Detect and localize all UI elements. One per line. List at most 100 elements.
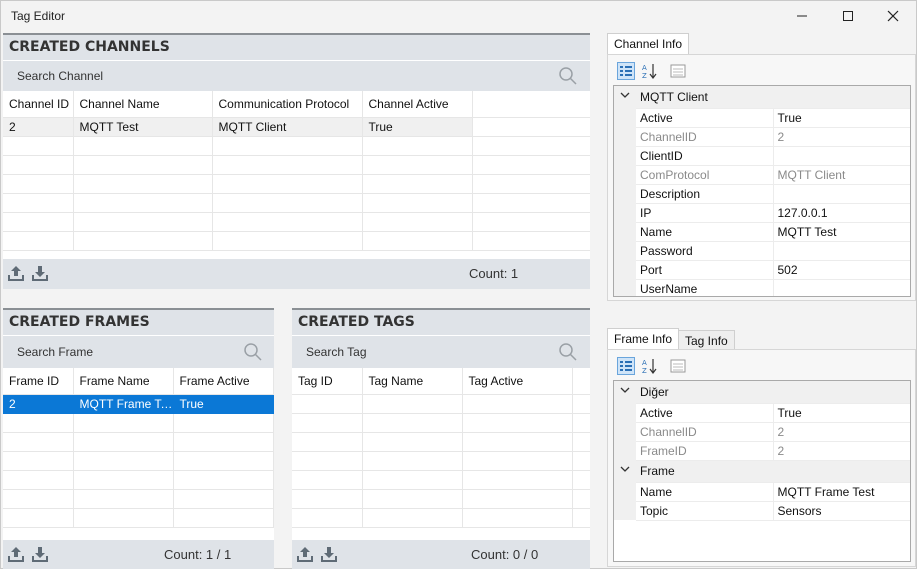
- channel-search-bar[interactable]: Search Channel: [3, 60, 590, 91]
- tab-channel-info[interactable]: Channel Info: [607, 33, 690, 54]
- column-header[interactable]: Channel ID: [3, 91, 74, 118]
- property-category[interactable]: Diğer: [614, 381, 910, 404]
- property-value[interactable]: [773, 241, 910, 261]
- row-gutter: [614, 127, 636, 146]
- table-row[interactable]: 2 MQTT Test MQTT Client True: [3, 117, 590, 137]
- property-pages-icon: [670, 64, 686, 78]
- table-cell: 2: [3, 117, 74, 137]
- tag-search-input[interactable]: Search Tag: [306, 345, 367, 359]
- table-cell: [362, 136, 473, 156]
- table-cell: [572, 451, 590, 471]
- row-gutter: [614, 260, 636, 279]
- property-value[interactable]: True: [773, 403, 910, 423]
- table-row: [292, 489, 590, 509]
- download-icon[interactable]: [31, 264, 49, 282]
- property-row[interactable]: FrameID 2: [614, 441, 910, 461]
- property-category[interactable]: Frame: [614, 460, 910, 483]
- property-value[interactable]: [773, 146, 910, 166]
- column-header[interactable]: Channel Active: [362, 91, 473, 118]
- expand-toggle[interactable]: [614, 381, 636, 403]
- property-pages-button[interactable]: [669, 62, 687, 80]
- property-row[interactable]: Name MQTT Frame Test: [614, 482, 910, 502]
- download-icon[interactable]: [320, 545, 338, 563]
- frames-grid[interactable]: Frame ID Frame Name Frame Active 2 MQTT Fram…: [3, 368, 274, 540]
- property-row[interactable]: IP 127.0.0.1: [614, 203, 910, 223]
- categorized-sort-button[interactable]: [617, 357, 635, 375]
- search-icon[interactable]: [558, 66, 578, 86]
- table-cell: [362, 432, 463, 452]
- property-row[interactable]: Name MQTT Test: [614, 222, 910, 242]
- upload-icon[interactable]: [7, 545, 25, 563]
- frame-search-input[interactable]: Search Frame: [17, 345, 93, 359]
- property-name: Name: [636, 482, 774, 502]
- property-row[interactable]: Password: [614, 241, 910, 261]
- header-row: Tag ID Tag Name Tag Active: [292, 368, 590, 395]
- frame-search-bar[interactable]: Search Frame: [3, 335, 274, 368]
- property-value[interactable]: 502: [773, 260, 910, 280]
- table-row: [292, 508, 590, 528]
- channels-grid[interactable]: Channel ID Channel Name Communication Prot…: [3, 91, 590, 259]
- category-label: MQTT Client: [636, 86, 910, 109]
- tag-search-bar[interactable]: Search Tag: [292, 335, 590, 368]
- minimize-button[interactable]: [779, 1, 825, 31]
- upload-icon[interactable]: [7, 264, 25, 282]
- column-header[interactable]: Frame ID: [3, 368, 74, 395]
- upload-icon[interactable]: [296, 545, 314, 563]
- property-row[interactable]: Port 502: [614, 260, 910, 280]
- tag-editor-window: Tag Editor CREATED CHANNELS Search Chann…: [0, 0, 917, 569]
- frame-property-grid[interactable]: Diğer Active True ChannelID 2 FrameID 2 Frame Na…: [613, 380, 911, 562]
- maximize-button[interactable]: [825, 1, 871, 31]
- property-row[interactable]: ClientID: [614, 146, 910, 166]
- search-icon[interactable]: [243, 342, 263, 362]
- expand-toggle[interactable]: [614, 460, 636, 482]
- column-header[interactable]: Tag Name: [362, 368, 463, 395]
- property-row[interactable]: Active True: [614, 403, 910, 423]
- table-cell: [292, 451, 363, 471]
- property-row[interactable]: UserName: [614, 279, 910, 296]
- column-header[interactable]: Communication Protocol: [212, 91, 363, 118]
- download-icon[interactable]: [31, 545, 49, 563]
- property-row[interactable]: ChannelID 2: [614, 422, 910, 442]
- property-row[interactable]: ComProtocol MQTT Client: [614, 165, 910, 185]
- table-cell: [572, 470, 590, 490]
- property-row[interactable]: Topic Sensors: [614, 501, 910, 521]
- property-value[interactable]: MQTT Frame Test: [773, 482, 910, 502]
- row-gutter: [614, 279, 636, 296]
- alphabetical-sort-button[interactable]: AZ: [641, 357, 659, 375]
- table-cell: [292, 489, 363, 509]
- property-row[interactable]: Description: [614, 184, 910, 204]
- minimize-icon: [797, 15, 807, 17]
- column-filler: [572, 368, 590, 395]
- close-button[interactable]: [870, 1, 916, 31]
- expand-toggle[interactable]: [614, 86, 636, 108]
- column-header[interactable]: Frame Active: [173, 368, 274, 395]
- categorized-sort-button[interactable]: [617, 62, 635, 80]
- property-value[interactable]: [773, 279, 910, 296]
- table-cell: [73, 193, 213, 213]
- alphabetical-sort-button[interactable]: AZ: [641, 62, 659, 80]
- category-label: Diğer: [636, 381, 910, 404]
- property-value[interactable]: MQTT Test: [773, 222, 910, 242]
- property-row[interactable]: Active True: [614, 108, 910, 128]
- table-cell: [362, 155, 473, 175]
- table-row[interactable]: 2 MQTT Frame Test True: [3, 394, 274, 414]
- property-value[interactable]: [773, 184, 910, 204]
- channel-search-input[interactable]: Search Channel: [17, 69, 103, 83]
- property-row[interactable]: ChannelID 2: [614, 127, 910, 147]
- search-icon[interactable]: [558, 342, 578, 362]
- column-header[interactable]: Frame Name: [73, 368, 174, 395]
- column-header[interactable]: Tag ID: [292, 368, 363, 395]
- tags-grid[interactable]: Tag ID Tag Name Tag Active: [292, 368, 590, 540]
- column-header[interactable]: Tag Active: [462, 368, 573, 395]
- property-value[interactable]: 127.0.0.1: [773, 203, 910, 223]
- table-row: [3, 193, 590, 213]
- tab-tag-info[interactable]: Tag Info: [678, 330, 735, 351]
- tab-frame-info[interactable]: Frame Info: [607, 328, 680, 349]
- property-value[interactable]: True: [773, 108, 910, 128]
- column-header[interactable]: Channel Name: [73, 91, 213, 118]
- row-gutter: [614, 441, 636, 460]
- property-value[interactable]: Sensors: [773, 501, 910, 521]
- property-pages-button[interactable]: [669, 357, 687, 375]
- property-category[interactable]: MQTT Client: [614, 86, 910, 109]
- channel-property-grid[interactable]: MQTT Client Active True ChannelID 2 ClientID C…: [613, 85, 911, 297]
